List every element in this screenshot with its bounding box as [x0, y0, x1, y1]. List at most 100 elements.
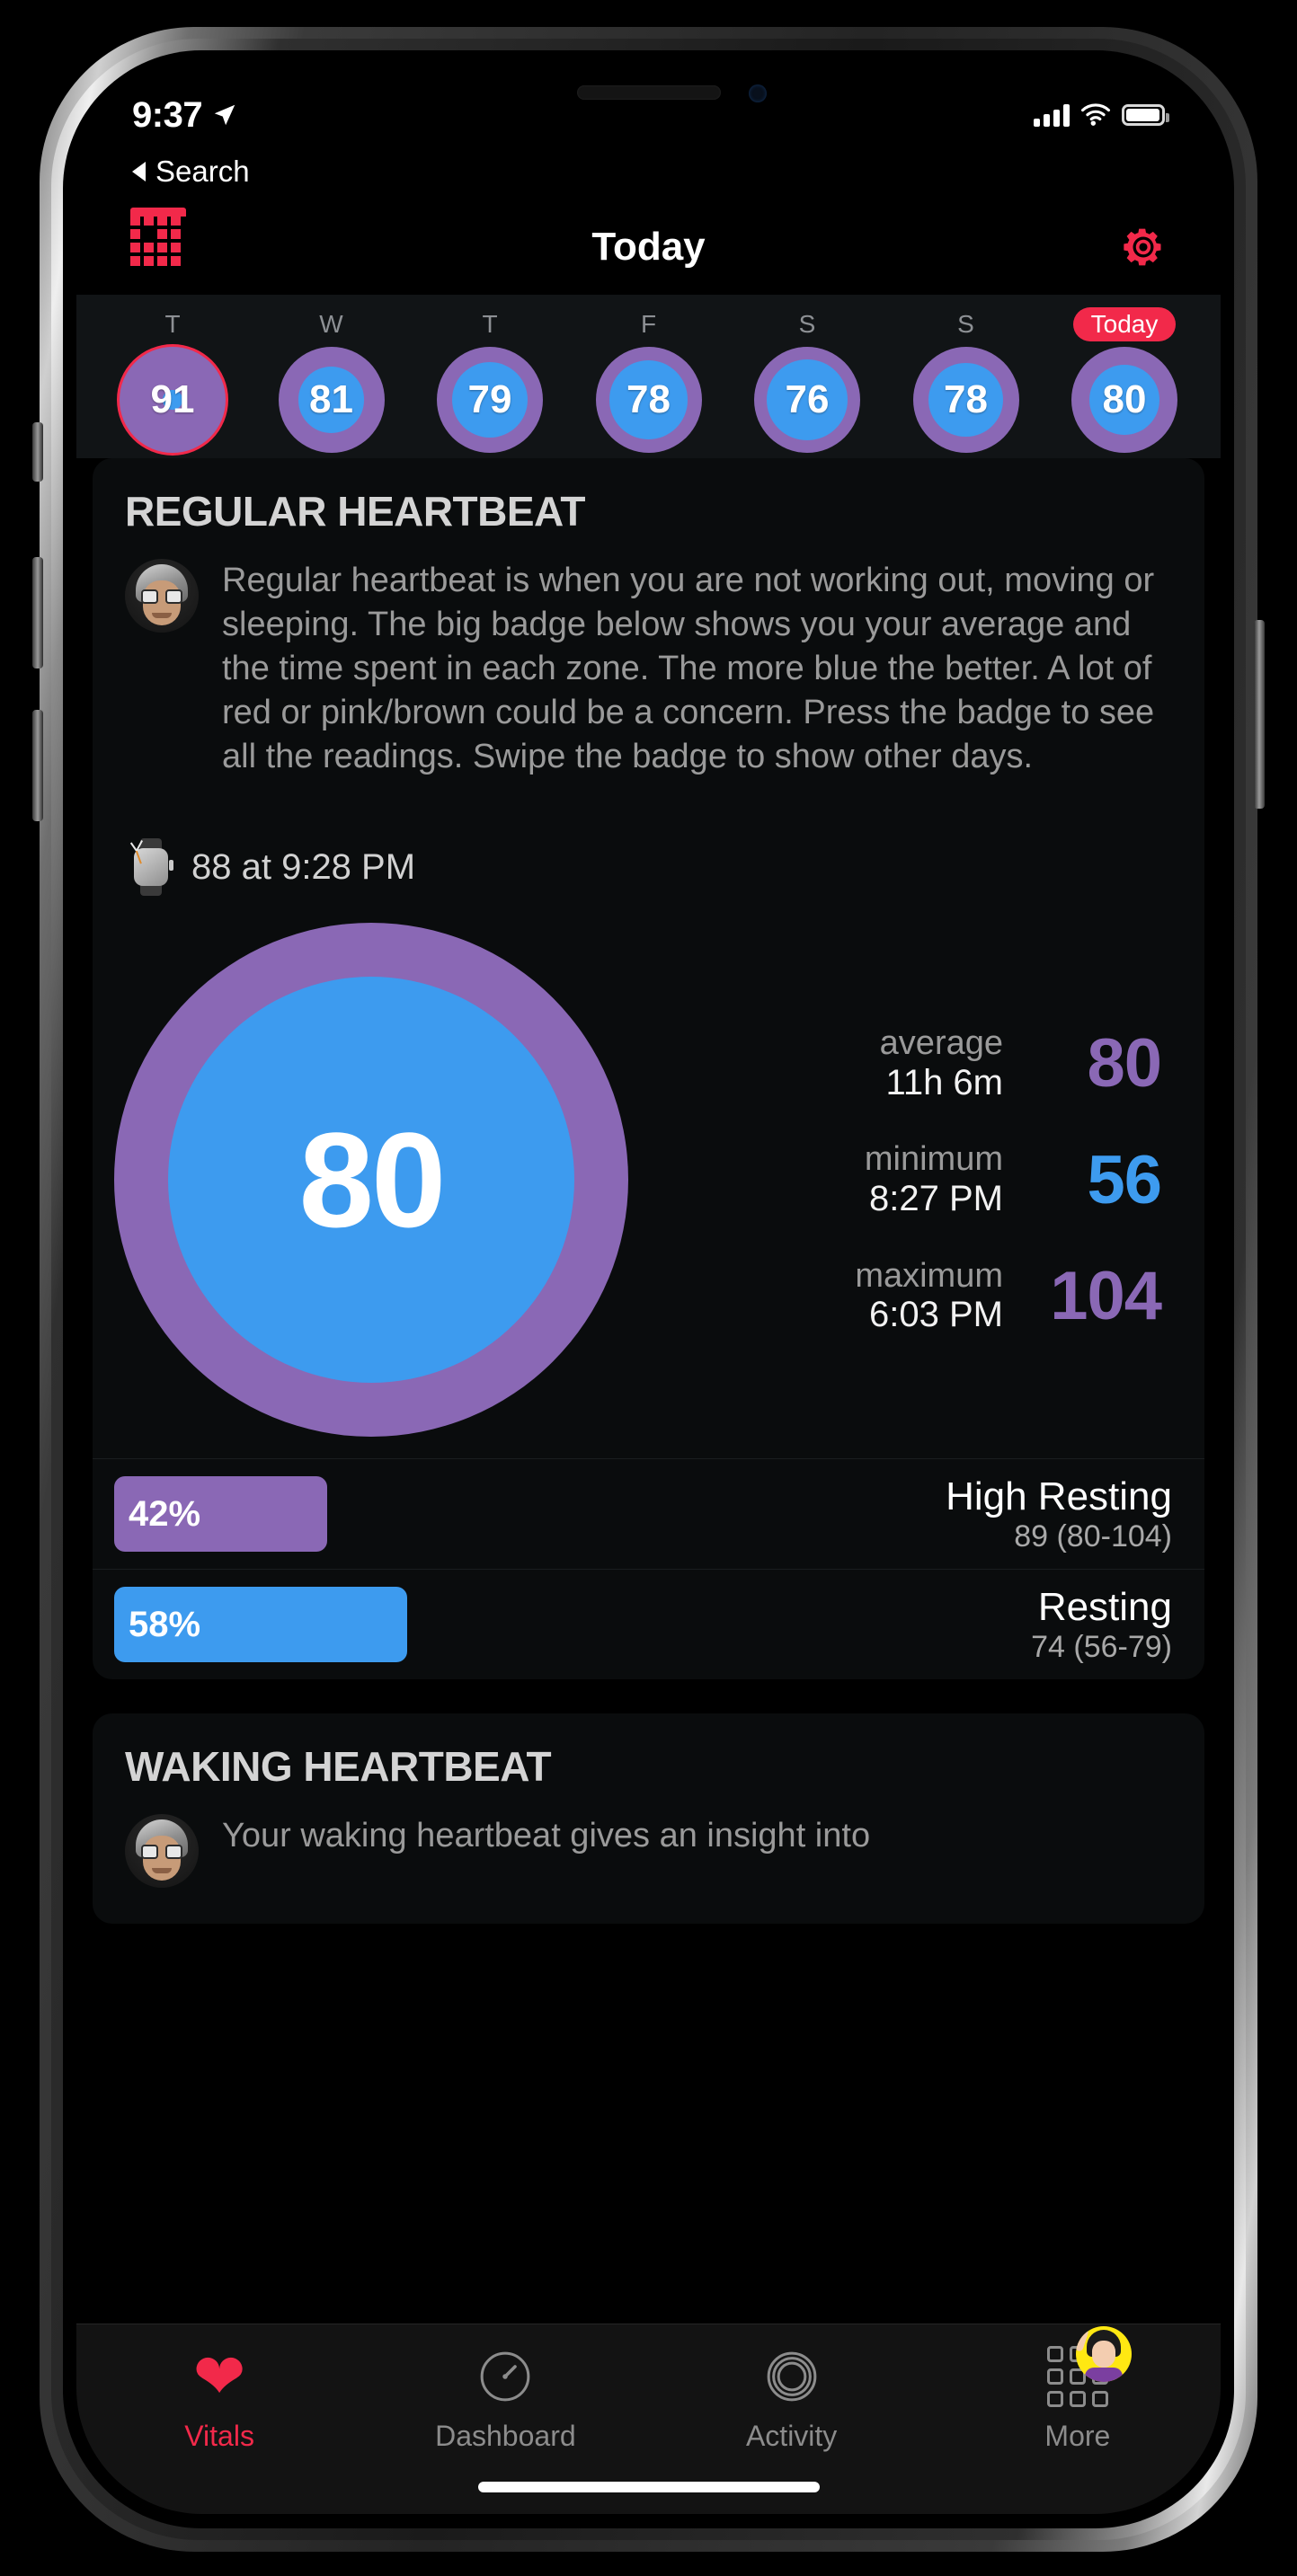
power-button[interactable]	[1254, 620, 1265, 809]
day-item-4[interactable]: S 76	[740, 307, 875, 453]
regular-heartbeat-card: REGULAR HEARTBEAT Regular heartbeat is w…	[93, 458, 1204, 1680]
day-ring[interactable]: 81	[278, 347, 385, 453]
day-ring[interactable]: 91	[120, 347, 226, 453]
day-label: F	[640, 310, 657, 338]
day-label: W	[319, 310, 343, 338]
day-ring[interactable]: 78	[912, 347, 1019, 453]
tab-activity[interactable]: Activity	[649, 2344, 935, 2453]
cellular-bars-icon	[1034, 103, 1070, 127]
apple-watch-icon	[129, 838, 173, 897]
heart-icon: ❤	[192, 2341, 246, 2412]
zone-bar: 58%	[114, 1587, 407, 1663]
memoji-badge-icon	[1075, 2326, 1132, 2382]
avatar	[125, 559, 199, 633]
silent-switch[interactable]	[32, 422, 43, 482]
calendar-grid-icon[interactable]	[130, 207, 186, 279]
stat-time: 6:03 PM	[869, 1295, 1003, 1335]
zone-row-1[interactable]: 58% Resting 74 (56-79)	[93, 1569, 1204, 1679]
regular-heartbeat-title: REGULAR HEARTBEAT	[125, 488, 585, 535]
day-ring[interactable]: 79	[437, 347, 543, 453]
badge-and-stats: 80 average 11h 6m 80 minimum 8:27 PM 56 maximu…	[93, 916, 1204, 1458]
location-arrow-icon	[214, 104, 235, 126]
latest-reading-text: 88 at 9:28 PM	[191, 846, 416, 887]
zone-bar: 42%	[114, 1476, 328, 1553]
waking-heartbeat-blurb: Your waking heartbeat gives an insight i…	[93, 1800, 1204, 1924]
stat-labels: maximum 6:03 PM	[855, 1257, 1003, 1335]
status-time: 9:37	[132, 94, 203, 135]
page-title: Today	[591, 225, 706, 269]
back-triangle-icon	[132, 162, 146, 181]
day-item-5[interactable]: S 78	[899, 307, 1034, 453]
zone-name: High Resting	[946, 1474, 1172, 1519]
stat-value: 104	[1050, 1257, 1162, 1334]
zone-range: 74 (56-79)	[1031, 1630, 1172, 1665]
day-value: 91	[150, 377, 195, 421]
stat-time: 8:27 PM	[869, 1178, 1003, 1218]
notch	[437, 65, 860, 122]
stat-key: maximum	[855, 1256, 1003, 1295]
day-value: 78	[944, 377, 988, 421]
latest-reading-row: 88 at 9:28 PM	[93, 815, 1204, 916]
gear-icon[interactable]	[1120, 224, 1167, 270]
day-label: S	[798, 310, 816, 338]
earpiece-speaker	[576, 85, 721, 100]
day-item-6[interactable]: Today 80	[1057, 307, 1192, 453]
avatar	[125, 1814, 199, 1889]
day-item-1[interactable]: W 81	[264, 307, 399, 453]
today-pill: Today	[1072, 307, 1177, 341]
day-value: 78	[626, 377, 671, 421]
stat-value: 80	[1087, 1025, 1162, 1102]
screenshot-stage: 9:37 Search Today T 91 W 81 T 79 F 78 S …	[0, 0, 1297, 2576]
stats-column: average 11h 6m 80 minimum 8:27 PM 56 maximum 6:…	[628, 1024, 1168, 1335]
volume-up-button[interactable]	[32, 557, 43, 668]
day-ring[interactable]: 76	[754, 347, 860, 453]
back-label: Search	[155, 155, 250, 188]
day-ring[interactable]: 80	[1071, 347, 1177, 453]
phone-screen: 9:37 Search Today T 91 W 81 T 79 F 78 S …	[76, 65, 1221, 2514]
tab-more[interactable]: More	[935, 2326, 1221, 2453]
waking-heartbeat-title: WAKING HEARTBEAT	[125, 1743, 552, 1791]
day-item-2[interactable]: T 79	[422, 307, 557, 453]
badge-value: 80	[298, 1103, 447, 1255]
day-value: 81	[309, 377, 353, 421]
tab-more-label: More	[1044, 2420, 1111, 2452]
stat-labels: minimum 8:27 PM	[865, 1140, 1003, 1218]
front-camera	[748, 84, 767, 102]
gauge-icon	[475, 2344, 535, 2409]
wifi-icon	[1080, 103, 1111, 126]
waking-heartbeat-description: Your waking heartbeat gives an insight i…	[222, 1817, 871, 1855]
stat-time: 11h 6m	[885, 1062, 1003, 1102]
zone-bars: 42% High Resting 89 (80-104) 58% Resting 74 (…	[93, 1458, 1204, 1679]
battery-icon	[1122, 104, 1169, 126]
waking-heartbeat-card: WAKING HEARTBEAT Your waking heartbeat g…	[93, 1713, 1204, 1925]
day-value: 79	[467, 377, 512, 421]
status-bar-left: 9:37	[132, 95, 238, 136]
zone-info: Resting 74 (56-79)	[1031, 1584, 1172, 1665]
tab-vitals-label: Vitals	[184, 2420, 254, 2452]
home-indicator[interactable]	[477, 2482, 820, 2492]
stat-key: minimum	[864, 1140, 1003, 1179]
volume-down-button[interactable]	[32, 710, 43, 821]
day-item-0[interactable]: T 91	[105, 307, 240, 453]
day-item-3[interactable]: F 78	[582, 307, 716, 453]
day-label: T	[482, 310, 498, 338]
heartbeat-badge[interactable]: 80	[114, 923, 628, 1438]
stat-row-average: average 11h 6m 80	[628, 1024, 1162, 1102]
scroll-content[interactable]: REGULAR HEARTBEAT Regular heartbeat is w…	[76, 458, 1221, 2514]
tab-vitals[interactable]: ❤ Vitals	[76, 2344, 362, 2453]
zone-info: High Resting 89 (80-104)	[946, 1474, 1172, 1554]
activity-rings-icon	[762, 2344, 822, 2409]
nav-bar: Today	[76, 199, 1221, 295]
back-to-search-button[interactable]: Search	[76, 144, 1221, 199]
status-bar-right	[1034, 103, 1169, 127]
day-selector-strip[interactable]: T 91 W 81 T 79 F 78 S 76 S 78 Today 80	[76, 295, 1221, 458]
stat-labels: average 11h 6m	[880, 1024, 1003, 1102]
zone-row-0[interactable]: 42% High Resting 89 (80-104)	[93, 1458, 1204, 1569]
regular-heartbeat-blurb: Regular heartbeat is when you are not wo…	[93, 544, 1204, 815]
grid-more-icon	[1046, 2326, 1132, 2409]
day-label: T	[164, 310, 181, 338]
day-ring[interactable]: 78	[595, 347, 702, 453]
section-gap	[76, 1679, 1221, 1714]
day-value: 76	[785, 377, 830, 421]
tab-dashboard[interactable]: Dashboard	[362, 2344, 648, 2453]
